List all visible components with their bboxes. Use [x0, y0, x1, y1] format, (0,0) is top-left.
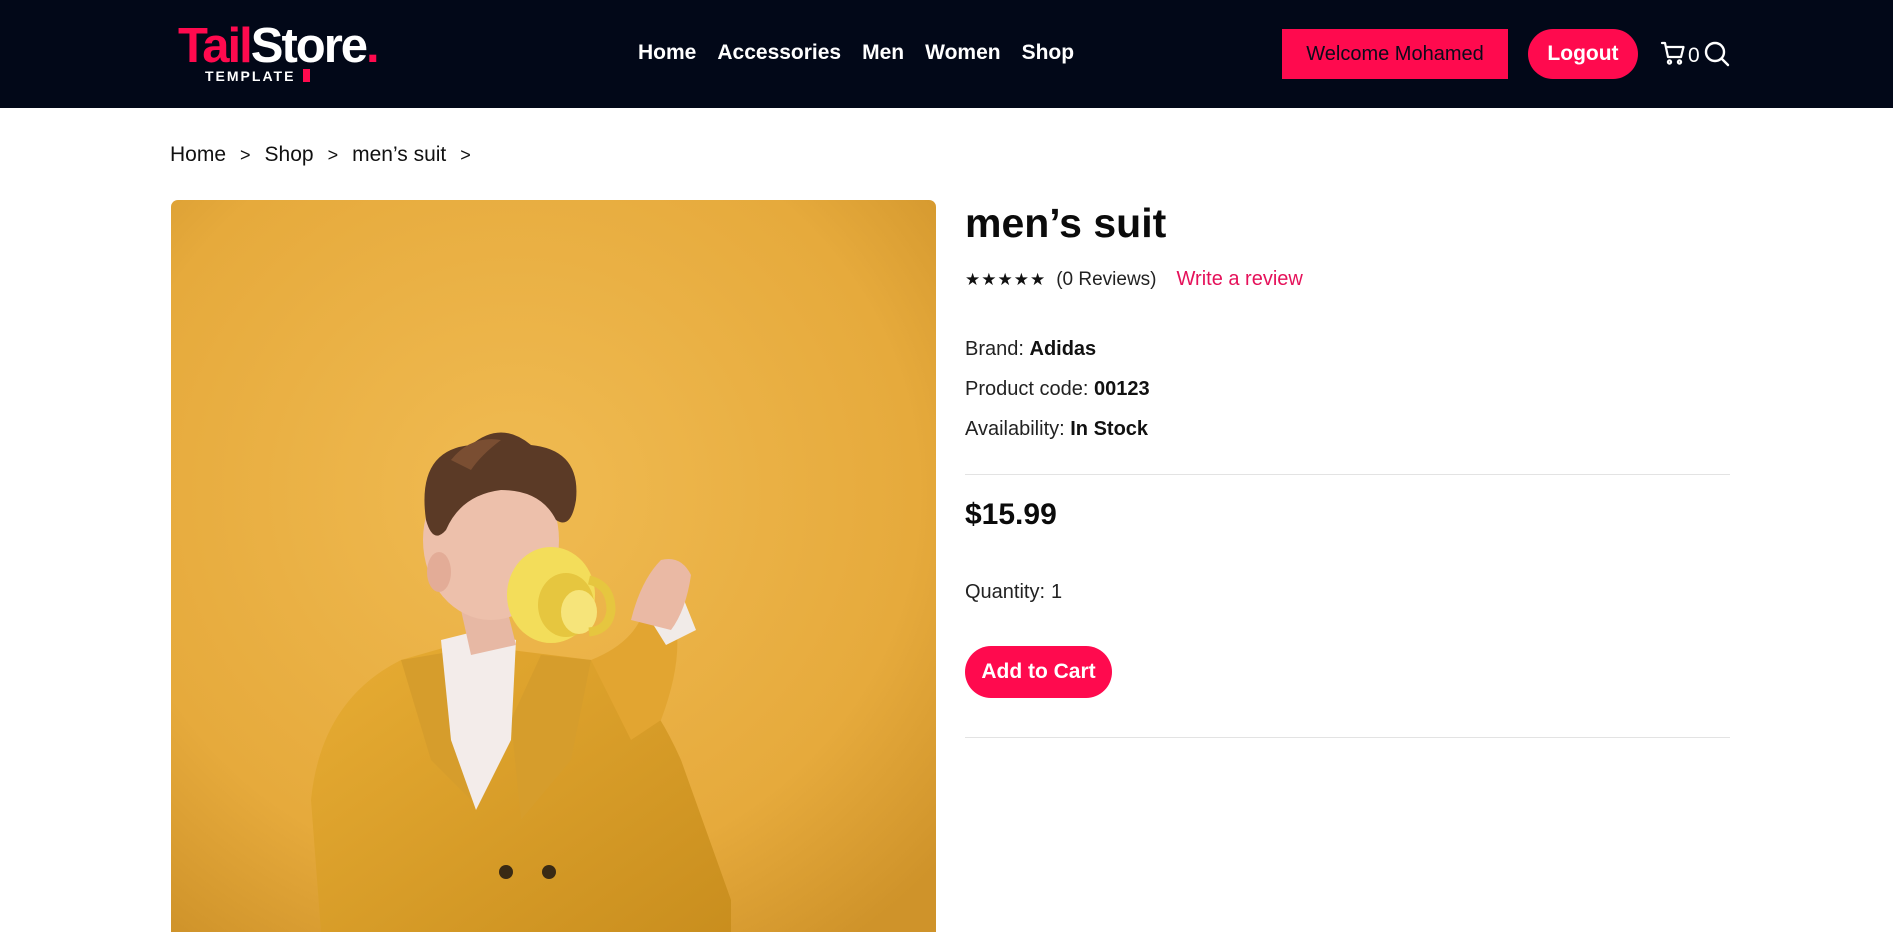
breadcrumb-product[interactable]: men’s suit	[352, 143, 446, 167]
product-price: $15.99	[965, 498, 1057, 531]
divider	[965, 737, 1730, 738]
breadcrumb-home[interactable]: Home	[170, 143, 226, 167]
quantity-value[interactable]: 1	[1051, 581, 1062, 604]
quantity-label: Quantity:	[965, 581, 1046, 603]
product-code-label: Product code:	[965, 378, 1089, 400]
add-to-cart-button[interactable]: Add to Cart	[965, 646, 1112, 698]
logo-accent-bar	[303, 69, 310, 82]
nav-home[interactable]: Home	[638, 41, 696, 65]
write-review-link[interactable]: Write a review	[1177, 268, 1303, 291]
logo[interactable]: TailStore. TEMPLATE	[178, 18, 388, 88]
logo-subtitle: TEMPLATE	[205, 68, 296, 84]
availability-label: Availability:	[965, 418, 1065, 440]
rating-row: ★★★★★ (0 Reviews) Write a review	[965, 268, 1303, 291]
breadcrumb-separator: >	[327, 144, 339, 165]
logout-button[interactable]: Logout	[1528, 29, 1638, 79]
product-code-value: 00123	[1093, 378, 1150, 400]
nav-women[interactable]: Women	[925, 41, 1000, 65]
brand-value: Adidas	[1029, 338, 1097, 360]
divider	[965, 474, 1730, 475]
brand-label: Brand:	[965, 338, 1024, 360]
product-image	[171, 200, 936, 932]
welcome-user-button[interactable]: Welcome Mohamed	[1282, 29, 1508, 79]
breadcrumb-separator: >	[460, 144, 471, 165]
cart-icon	[1660, 40, 1686, 71]
nav-men[interactable]: Men	[862, 41, 904, 65]
availability-row: Availability: In Stock	[965, 418, 1148, 441]
brand-row: Brand: Adidas	[965, 338, 1096, 361]
cart-count: 0	[1688, 43, 1700, 67]
logo-wordmark: TailStore.	[178, 19, 380, 73]
product-title: men’s suit	[965, 200, 1167, 246]
search-icon[interactable]	[1703, 40, 1731, 73]
product-code-row: Product code: 00123	[965, 378, 1150, 401]
breadcrumb-shop[interactable]: Shop	[265, 143, 314, 167]
breadcrumb-separator: >	[240, 144, 251, 165]
site-header: TailStore. TEMPLATE Home Accessories Men…	[0, 0, 1893, 108]
nav-shop[interactable]: Shop	[1022, 41, 1075, 65]
quantity-row: Quantity: 1	[965, 581, 1062, 604]
main-nav: Home Accessories Men Women Shop	[638, 41, 1074, 65]
nav-accessories[interactable]: Accessories	[717, 41, 841, 65]
reviews-count: (0 Reviews)	[1056, 268, 1157, 290]
cart-link[interactable]: 0	[1660, 40, 1700, 71]
availability-value: In Stock	[1070, 418, 1149, 440]
rating-stars: ★★★★★	[965, 269, 1047, 289]
breadcrumb: Home > Shop > men’s suit >	[170, 143, 471, 167]
